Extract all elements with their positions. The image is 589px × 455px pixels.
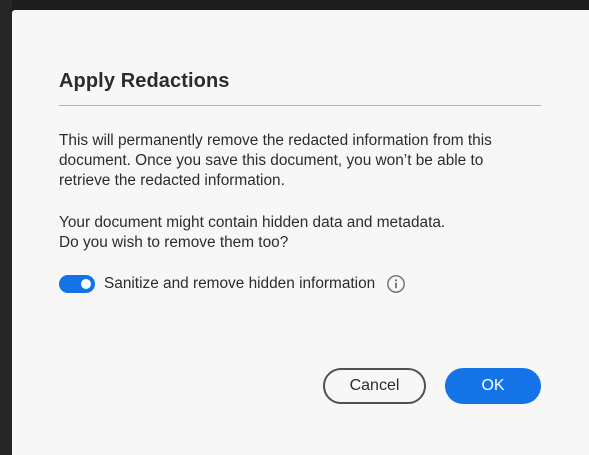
apply-redactions-dialog: Apply Redactions This will permanently r… [12,10,589,455]
sanitize-option-row: Sanitize and remove hidden information [59,272,406,296]
sanitize-toggle-label[interactable]: Sanitize and remove hidden information [104,275,375,293]
hidden-data-line-2: Do you wish to remove them too? [59,234,289,251]
dialog-title: Apply Redactions [59,70,230,92]
warning-line-1: This will permanently remove the redacte… [59,132,492,149]
ok-button[interactable]: OK [445,368,541,404]
hidden-data-line-1: Your document might contain hidden data … [59,214,446,231]
info-icon[interactable] [386,274,406,294]
toggle-knob [81,279,91,289]
app-backdrop [0,0,12,455]
cancel-button[interactable]: Cancel [323,368,426,404]
hidden-data-paragraph: Your document might contain hidden data … [59,213,549,253]
title-divider [59,105,541,106]
warning-line-3: retrieve the redacted information. [59,172,285,189]
warning-paragraph: This will permanently remove the redacte… [59,131,549,191]
warning-line-2: document. Once you save this document, y… [59,152,484,169]
sanitize-toggle[interactable] [59,275,95,293]
